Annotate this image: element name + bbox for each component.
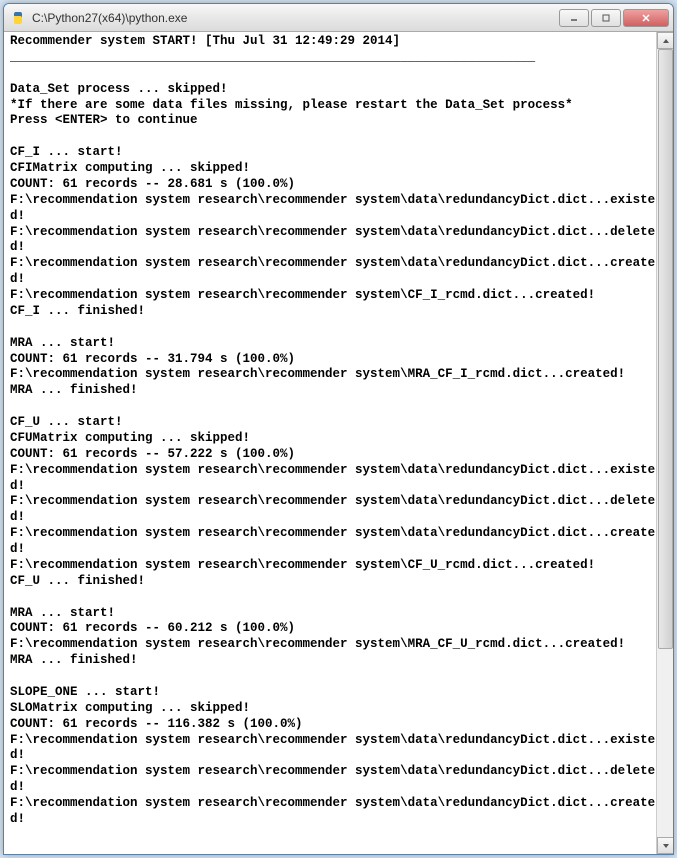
close-button[interactable] [623, 9, 669, 27]
minimize-button[interactable] [559, 9, 589, 27]
maximize-icon [601, 13, 611, 23]
minimize-icon [569, 13, 579, 23]
chevron-down-icon [662, 842, 670, 850]
maximize-button[interactable] [591, 9, 621, 27]
python-icon [10, 10, 26, 26]
scroll-down-button[interactable] [657, 837, 673, 854]
chevron-up-icon [662, 37, 670, 45]
vertical-scrollbar[interactable] [656, 32, 673, 854]
terminal-area[interactable]: Recommender system START! [Thu Jul 31 12… [4, 32, 673, 854]
terminal-output: Recommender system START! [Thu Jul 31 12… [10, 34, 667, 828]
window-controls [559, 9, 669, 27]
window-title: C:\Python27(x64)\python.exe [32, 11, 559, 25]
console-window: C:\Python27(x64)\python.exe Recommender … [3, 3, 674, 855]
scroll-thumb[interactable] [658, 49, 673, 649]
scroll-up-button[interactable] [657, 32, 673, 49]
titlebar[interactable]: C:\Python27(x64)\python.exe [4, 4, 673, 32]
close-icon [641, 13, 651, 23]
